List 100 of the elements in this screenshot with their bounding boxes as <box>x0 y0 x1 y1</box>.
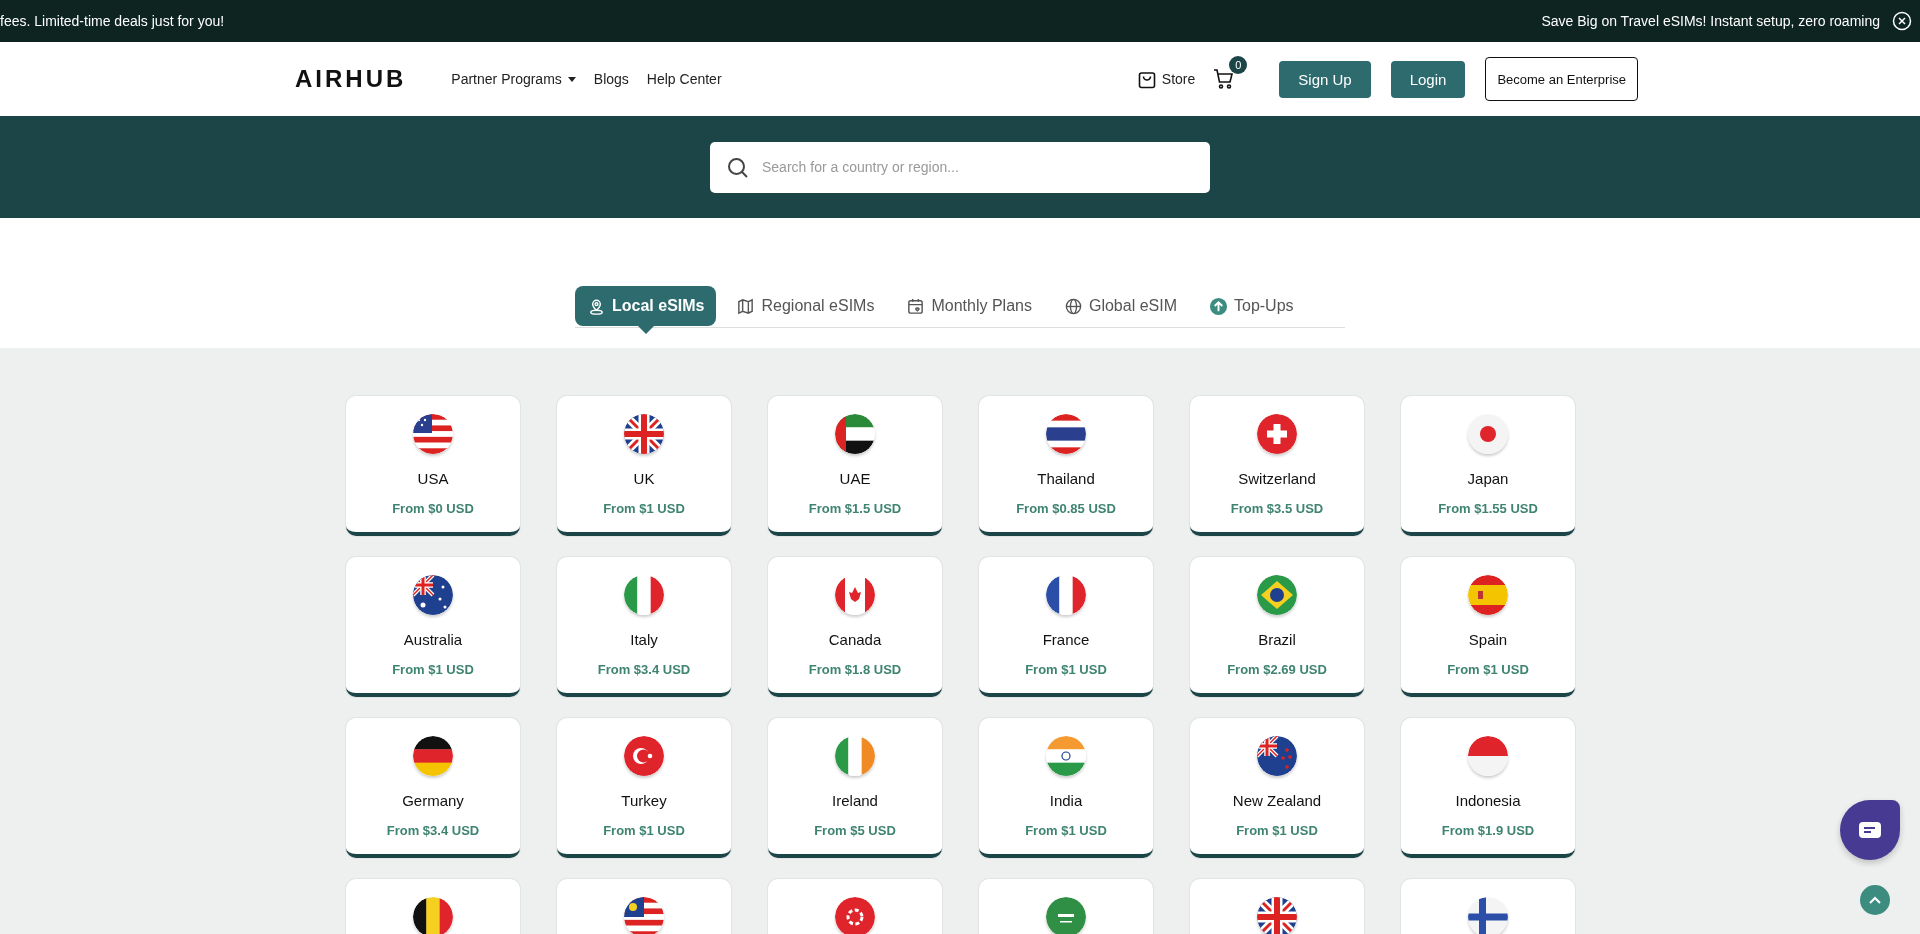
header-button[interactable]: Sign Up <box>1279 60 1371 98</box>
country-name: Germany <box>402 792 464 809</box>
chat-button[interactable] <box>1840 800 1900 860</box>
country-name: Italy <box>630 631 658 648</box>
flag-icon <box>624 575 664 615</box>
flag-icon <box>1046 736 1086 776</box>
price-text: From $1 USD <box>603 501 685 516</box>
country-card[interactable]: Brazil From $2.69 USD <box>1190 557 1364 697</box>
flag-icon <box>1046 575 1086 615</box>
price-text: From $1.8 USD <box>808 662 902 677</box>
flag-icon <box>413 575 453 615</box>
country-card[interactable]: UAE From $1.5 USD <box>768 396 942 536</box>
flag-icon <box>1046 414 1086 454</box>
flag-icon <box>1257 575 1297 615</box>
price-text: From $1 USD <box>1236 823 1318 838</box>
price-text: From $1 USD <box>392 662 474 677</box>
country-card[interactable]: Spain From $1 USD <box>1401 557 1575 697</box>
search-field[interactable]: Search for a country or region... <box>710 141 1210 193</box>
price-text: From $1.5 USD <box>808 501 902 516</box>
cart-icon[interactable] <box>1213 68 1236 90</box>
flag-icon <box>624 897 664 934</box>
country-card[interactable]: Indonesia From $1.9 USD <box>1401 718 1575 858</box>
store-link[interactable]: Store <box>1161 71 1196 87</box>
flag-icon <box>1468 414 1508 454</box>
globe-icon <box>1063 296 1083 316</box>
nav-link[interactable]: Help Center <box>646 71 722 87</box>
country-card[interactable]: Ireland From $5 USD <box>768 718 942 858</box>
category-tab[interactable]: Top-Ups <box>1197 286 1306 326</box>
flag-icon <box>1257 736 1297 776</box>
chevron-up-icon <box>1869 896 1881 904</box>
flag-icon <box>1468 897 1508 934</box>
country-card[interactable]: Canada From $1.8 USD <box>768 557 942 697</box>
nav-link[interactable]: Partner Programs <box>451 71 576 87</box>
country-name: Switzerland <box>1238 470 1316 487</box>
flag-icon <box>413 414 453 454</box>
country-name: Turkey <box>621 792 667 809</box>
country-card[interactable]: Italy From $3.4 USD <box>557 557 731 697</box>
flag-icon <box>624 414 664 454</box>
country-name: Australia <box>403 631 463 648</box>
price-text: From $1.55 USD <box>1438 501 1538 516</box>
country-name: UK <box>633 470 655 487</box>
price-text: From $3.4 USD <box>386 823 480 838</box>
category-tab[interactable]: Global eSIM <box>1051 286 1189 326</box>
country-card[interactable]: Japan From $1.55 USD <box>1401 396 1575 536</box>
flag-icon <box>1257 897 1297 934</box>
country-card[interactable]: Australia From $1 USD <box>346 557 520 697</box>
scroll-top-button[interactable] <box>1860 885 1890 915</box>
country-card[interactable]: USA From $0 USD <box>346 396 520 536</box>
price-text: From $1 USD <box>1025 662 1107 677</box>
logo[interactable]: AIRHUB <box>295 65 407 93</box>
country-name: Brazil <box>1258 631 1296 648</box>
flag-icon <box>1257 414 1297 454</box>
country-name: New Zealand <box>1232 792 1322 809</box>
arrow-up-circle-icon <box>1209 296 1228 316</box>
category-tab[interactable]: Regional eSIMs <box>724 286 887 326</box>
header-button[interactable]: Login <box>1390 60 1466 98</box>
price-text: From $0.85 USD <box>1016 501 1116 516</box>
price-text: From $1.9 USD <box>1441 823 1535 838</box>
country-name: France <box>1042 631 1090 648</box>
map-icon <box>736 296 756 316</box>
country-card[interactable]: France From $1 USD <box>979 557 1153 697</box>
country-card[interactable]: Turkey From $1 USD <box>557 718 731 858</box>
country-card[interactable]: Switzerland From $3.5 USD <box>1190 396 1364 536</box>
calendar-icon <box>906 296 926 316</box>
country-name: UAE <box>839 470 871 487</box>
country-card[interactable]: New Zealand From $1 USD <box>1190 718 1364 858</box>
flag-icon <box>624 736 664 776</box>
country-card[interactable]: India From $1 USD <box>979 718 1153 858</box>
close-icon[interactable] <box>1892 11 1912 31</box>
country-card[interactable]: Germany From $3.4 USD <box>346 718 520 858</box>
country-name: Spain <box>1468 631 1508 648</box>
header-button[interactable]: Become an Enterprise <box>1485 57 1638 101</box>
price-text: From $1 USD <box>1025 823 1107 838</box>
promo-text: fees. Limited-time deals just for you! <box>0 13 225 29</box>
promo-text: Save Big on Travel eSIMs! Instant setup, zero roaming <box>1541 13 1880 29</box>
flag-icon <box>835 414 875 454</box>
category-tab[interactable]: Monthly Plans <box>894 286 1044 326</box>
flag-icon <box>835 736 875 776</box>
cart-count-badge: 0 <box>1229 56 1248 74</box>
country-card[interactable]: UK From $1 USD <box>557 396 731 536</box>
nav-link[interactable]: Blogs <box>593 71 629 87</box>
price-text: From $1 USD <box>1447 662 1529 677</box>
price-text: From $3.4 USD <box>597 662 691 677</box>
price-text: From $0 USD <box>392 501 474 516</box>
country-name: USA <box>417 470 449 487</box>
country-name: Japan <box>1467 470 1509 487</box>
search-icon <box>726 155 750 180</box>
country-name: India <box>1049 792 1083 809</box>
flag-icon <box>835 575 875 615</box>
country-card[interactable]: Thailand From $0.85 USD <box>979 396 1153 536</box>
country-name: Ireland <box>832 792 878 809</box>
flag-icon <box>1468 736 1508 776</box>
shopping-bag-icon[interactable] <box>1137 69 1156 89</box>
flag-icon <box>413 897 453 934</box>
chat-icon <box>1858 821 1882 839</box>
price-text: From $5 USD <box>814 823 896 838</box>
tab-pointer <box>637 326 654 334</box>
price-text: From $2.69 USD <box>1227 662 1327 677</box>
country-name: Thailand <box>1037 470 1095 487</box>
country-name: Canada <box>828 631 882 648</box>
